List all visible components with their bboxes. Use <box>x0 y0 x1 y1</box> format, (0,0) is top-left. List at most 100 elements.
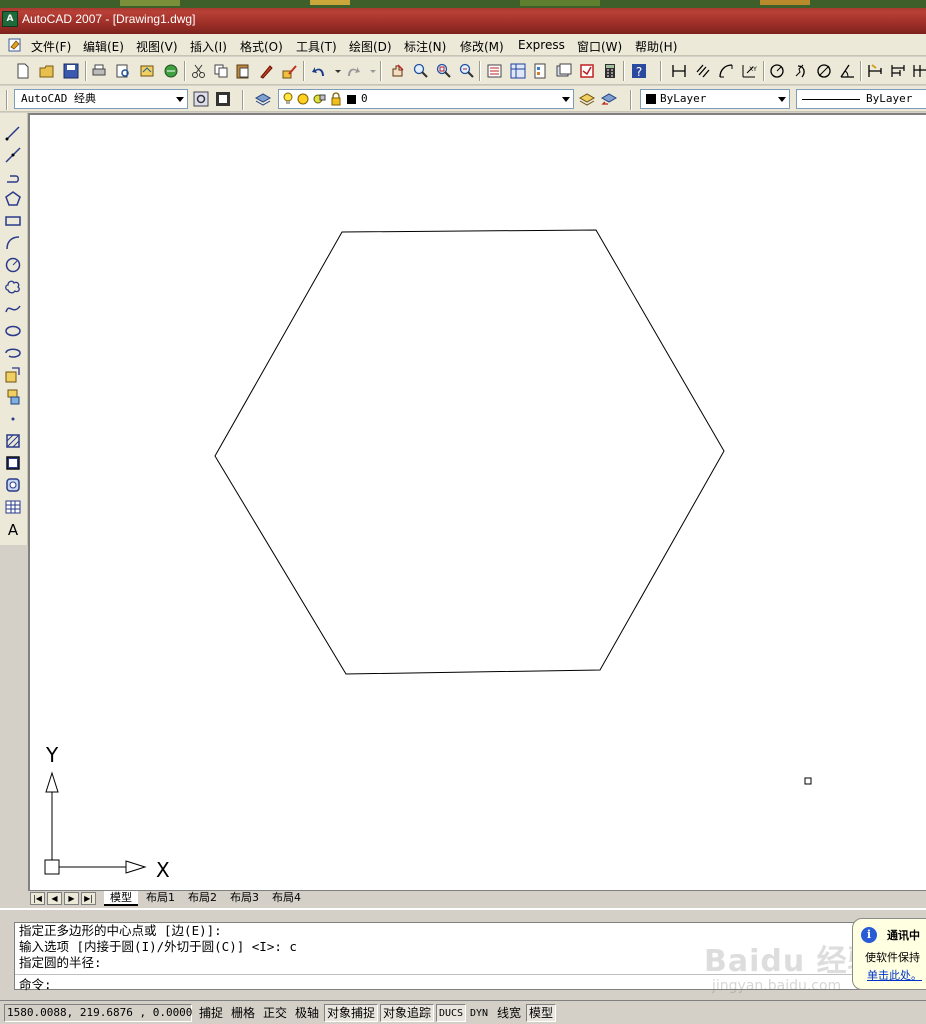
zoom-previous-icon[interactable] <box>457 62 475 80</box>
balloon-link[interactable]: 单击此处。 <box>867 967 922 983</box>
linetype-select[interactable]: ByLayer <box>796 89 926 109</box>
sun-freeze-icon[interactable] <box>297 93 309 105</box>
point-icon[interactable] <box>4 410 22 428</box>
layer-previous-icon[interactable] <box>600 90 618 108</box>
make-current-layer-icon[interactable] <box>578 90 596 108</box>
menu-window[interactable]: 窗口(W) <box>577 38 622 55</box>
construction-line-icon[interactable] <box>4 146 22 164</box>
gradient-icon[interactable] <box>4 454 22 472</box>
quick-dimension-icon[interactable] <box>866 62 884 80</box>
lightbulb-icon[interactable] <box>282 92 294 106</box>
hexagon-polygon[interactable] <box>214 229 725 675</box>
new-file-icon[interactable] <box>14 62 32 80</box>
match-properties-icon[interactable] <box>258 62 276 80</box>
menu-file[interactable]: 文件(F) <box>31 38 71 55</box>
tab-layout1[interactable]: 布局1 <box>140 891 181 906</box>
osnap-toggle[interactable]: 对象捕捉 <box>324 1004 379 1022</box>
zoom-realtime-icon[interactable] <box>411 62 429 80</box>
make-block-icon[interactable] <box>4 388 22 406</box>
polar-toggle[interactable]: 极轴 <box>292 1004 322 1022</box>
dim-diameter-icon[interactable] <box>815 62 833 80</box>
dim-jogged-icon[interactable] <box>792 62 810 80</box>
menu-insert[interactable]: 插入(I) <box>190 38 227 55</box>
next-tab-icon[interactable]: ▶ <box>64 892 79 905</box>
multiline-text-icon[interactable]: A <box>4 520 22 538</box>
save-icon[interactable] <box>62 62 80 80</box>
dim-ordinate-icon[interactable]: XY <box>740 62 758 80</box>
redo-dropdown-icon[interactable] <box>364 62 376 80</box>
pan-realtime-icon[interactable] <box>388 62 406 80</box>
publish-icon[interactable] <box>138 62 156 80</box>
last-tab-icon[interactable]: ▶| <box>81 892 96 905</box>
grid-toggle[interactable]: 栅格 <box>228 1004 258 1022</box>
dim-linear-icon[interactable] <box>670 62 688 80</box>
quickcalc-icon[interactable] <box>601 62 619 80</box>
lineweight-toggle[interactable]: 线宽 <box>494 1004 524 1022</box>
communication-balloon[interactable]: i 通讯中 使软件保持 单击此处。 <box>852 918 926 990</box>
dim-baseline-icon[interactable] <box>889 62 907 80</box>
menu-tools[interactable]: 工具(T) <box>296 38 337 55</box>
ellipse-arc-icon[interactable] <box>4 344 22 362</box>
tool-palettes-icon[interactable] <box>532 62 550 80</box>
open-file-icon[interactable] <box>38 62 56 80</box>
otrack-toggle[interactable]: 对象追踪 <box>380 1004 435 1022</box>
spline-icon[interactable] <box>4 300 22 318</box>
circle-icon[interactable] <box>4 256 22 274</box>
dim-continue-icon[interactable] <box>912 62 926 80</box>
workspace-settings-icon[interactable] <box>192 90 210 108</box>
paste-icon[interactable] <box>234 62 252 80</box>
tab-layout4[interactable]: 布局4 <box>266 891 307 906</box>
arc-icon[interactable] <box>4 234 22 252</box>
dim-angular-icon[interactable] <box>838 62 856 80</box>
lock-toolbars-icon[interactable] <box>214 90 232 108</box>
drawing-canvas[interactable]: Y X <box>28 113 926 890</box>
menu-modify[interactable]: 修改(M) <box>460 38 504 55</box>
revision-cloud-icon[interactable] <box>4 278 22 296</box>
menu-edit[interactable]: 编辑(E) <box>83 38 124 55</box>
chevron-down-icon[interactable] <box>176 97 184 102</box>
document-icon[interactable] <box>7 37 23 53</box>
tab-layout3[interactable]: 布局3 <box>224 891 265 906</box>
menu-help[interactable]: 帮助(H) <box>635 38 677 55</box>
3d-dwf-icon[interactable] <box>162 62 180 80</box>
insert-block-icon[interactable] <box>4 366 22 384</box>
dim-arc-icon[interactable] <box>717 62 735 80</box>
copy-icon[interactable] <box>212 62 230 80</box>
chevron-down-icon[interactable] <box>562 97 570 102</box>
sheet-set-manager-icon[interactable] <box>555 62 573 80</box>
padlock-icon[interactable] <box>329 92 343 106</box>
dyn-toggle[interactable]: DYN <box>467 1004 491 1022</box>
zoom-window-icon[interactable] <box>434 62 452 80</box>
polygon-icon[interactable] <box>4 190 22 208</box>
help-icon[interactable]: ? <box>630 62 648 80</box>
coordinate-readout[interactable]: 1580.0088, 219.6876 , 0.0000 <box>4 1004 192 1022</box>
properties-icon[interactable] <box>486 62 504 80</box>
dim-aligned-icon[interactable] <box>694 62 712 80</box>
layer-properties-manager-icon[interactable] <box>254 90 272 108</box>
tab-layout2[interactable]: 布局2 <box>182 891 223 906</box>
tab-model[interactable]: 模型 <box>104 891 138 906</box>
undo-icon[interactable] <box>310 62 328 80</box>
dim-radius-icon[interactable] <box>768 62 786 80</box>
ellipse-icon[interactable] <box>4 322 22 340</box>
block-editor-icon[interactable] <box>281 62 299 80</box>
autocad-app-icon[interactable]: A <box>2 11 18 27</box>
menu-format[interactable]: 格式(O) <box>240 38 283 55</box>
ortho-toggle[interactable]: 正交 <box>260 1004 290 1022</box>
cut-icon[interactable] <box>190 62 208 80</box>
prev-tab-icon[interactable]: ◀ <box>47 892 62 905</box>
rectangle-icon[interactable] <box>4 212 22 230</box>
command-prompt[interactable]: 命令: <box>19 977 52 993</box>
redo-icon[interactable] <box>344 62 362 80</box>
title-bar[interactable]: A AutoCAD 2007 - [Drawing1.dwg] <box>0 0 926 34</box>
menu-draw[interactable]: 绘图(D) <box>349 38 392 55</box>
line-icon[interactable] <box>4 124 22 142</box>
workspace-select[interactable]: AutoCAD 经典 <box>14 89 188 109</box>
first-tab-icon[interactable]: |◀ <box>30 892 45 905</box>
design-center-icon[interactable] <box>509 62 527 80</box>
layer-select[interactable]: 0 <box>278 89 574 109</box>
model-toggle[interactable]: 模型 <box>526 1004 557 1022</box>
menu-dimension[interactable]: 标注(N) <box>404 38 446 55</box>
markup-set-manager-icon[interactable] <box>578 62 596 80</box>
hatch-icon[interactable] <box>4 432 22 450</box>
